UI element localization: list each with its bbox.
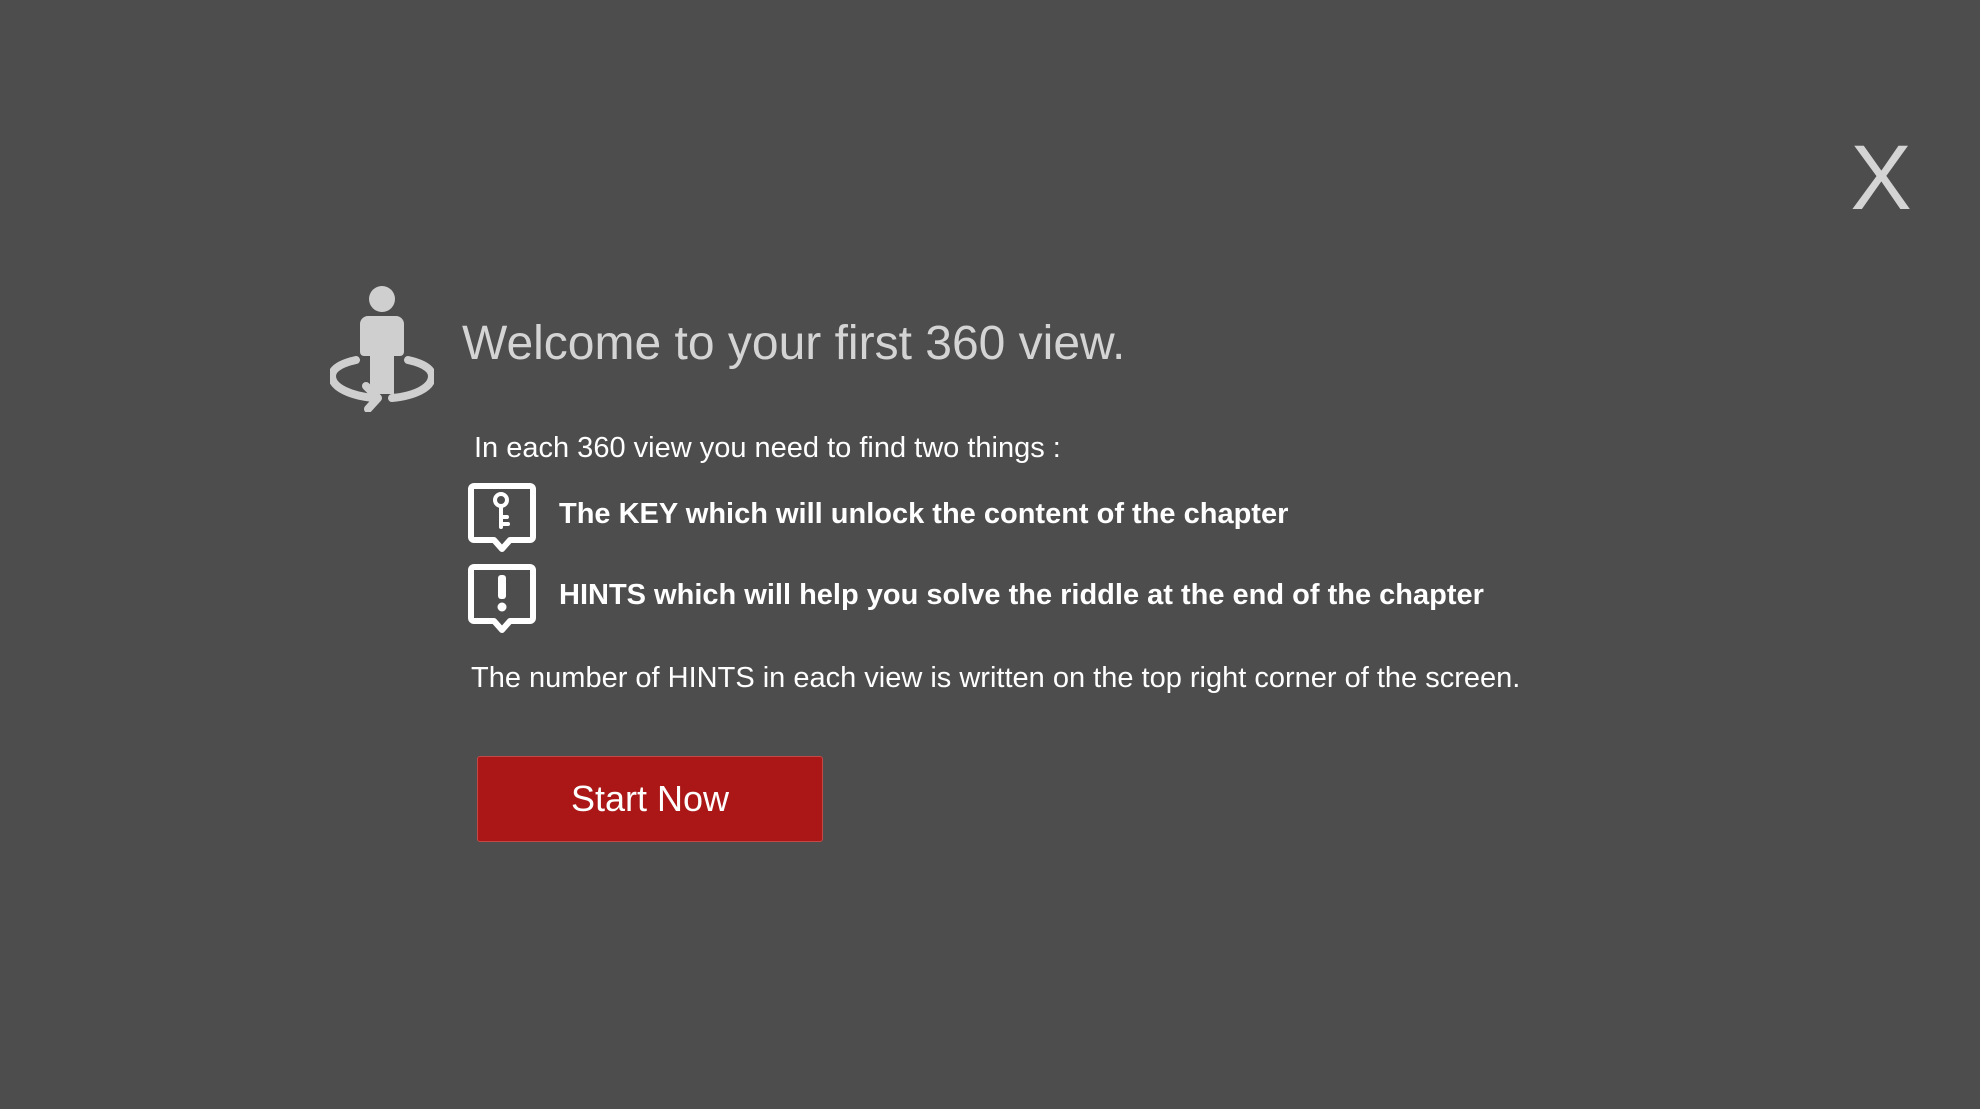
key-item-label: The KEY which will unlock the content of… bbox=[559, 498, 1289, 530]
list-item-hints: HINTS which will help you solve the ridd… bbox=[468, 563, 1484, 633]
list-item-key: The KEY which will unlock the content of… bbox=[468, 482, 1288, 552]
close-button[interactable]: X bbox=[1846, 128, 1916, 228]
welcome-overlay: X Welcome to your first 360 view. In eac… bbox=[0, 0, 1980, 1109]
start-now-button[interactable]: Start Now bbox=[477, 756, 823, 842]
intro-text: In each 360 view you need to find two th… bbox=[474, 432, 1061, 464]
key-bubble-icon bbox=[468, 483, 536, 552]
hints-count-note: The number of HINTS in each view is writ… bbox=[471, 662, 1521, 694]
exclamation-bubble-icon bbox=[468, 564, 536, 633]
person-360-rotate-icon bbox=[330, 286, 434, 412]
page-title: Welcome to your first 360 view. bbox=[462, 317, 1126, 370]
hints-item-label: HINTS which will help you solve the ridd… bbox=[559, 579, 1484, 611]
